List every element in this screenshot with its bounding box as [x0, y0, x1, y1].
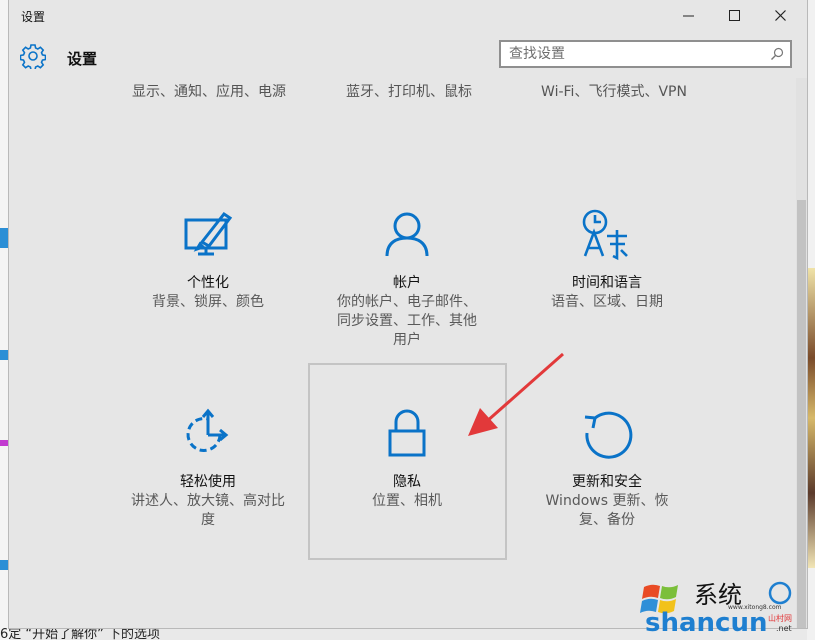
search-box[interactable]	[499, 40, 792, 68]
tile-privacy-name: 隐私	[393, 474, 421, 490]
minimize-icon	[683, 15, 694, 17]
tile-accounts[interactable]: 帐户 你的帐户、电子邮件、同步设置、工作、其他用户	[307, 206, 507, 356]
update-security-icon	[584, 411, 633, 459]
search-icon[interactable]	[770, 47, 784, 61]
gear-icon	[20, 44, 46, 69]
background-text: 6定 “开始了解你” 下的选项	[0, 628, 161, 640]
tile-devices-desc[interactable]: 蓝牙、打印机、鼠标	[329, 83, 489, 102]
scrollbar[interactable]	[796, 78, 807, 628]
tile-update-security-name: 更新和安全	[572, 474, 642, 490]
minimize-button[interactable]	[666, 0, 712, 32]
scrollbar-thumb[interactable]	[797, 200, 806, 628]
tile-privacy-desc: 位置、相机	[372, 493, 442, 509]
title-bar[interactable]: 设置	[9, 0, 807, 32]
maximize-icon	[729, 10, 740, 21]
svg-text:山村网: 山村网	[768, 613, 792, 623]
page-title: 设置	[67, 50, 98, 68]
tile-ease-of-access-desc: 讲述人、放大镜、高对比度	[131, 493, 285, 528]
tile-time-language-name: 时间和语言	[572, 275, 642, 291]
privacy-lock-icon	[388, 409, 426, 457]
close-icon	[775, 10, 786, 21]
tile-update-security-desc: Windows 更新、恢复、备份	[545, 493, 669, 528]
background-right-strip	[807, 0, 815, 640]
background-image	[807, 268, 815, 568]
tile-network-desc[interactable]: Wi-Fi、飞行模式、VPN	[514, 83, 714, 102]
settings-grid: 显示、通知、应用、电源 蓝牙、打印机、鼠标 Wi-Fi、飞行模式、VPN 个性化…	[9, 78, 797, 628]
tile-ease-of-access[interactable]: 轻松使用 讲述人、放大镜、高对比度	[108, 405, 308, 555]
maximize-button[interactable]	[712, 0, 758, 32]
personalization-icon	[184, 211, 233, 256]
watermark-logo: 系统 www.xitong8.com shancun 山村网 .net	[640, 581, 792, 635]
tile-accounts-name: 帐户	[393, 275, 421, 291]
close-button[interactable]	[758, 0, 804, 32]
tile-time-language[interactable]: 时间和语言 语音、区域、日期	[507, 206, 707, 356]
time-language-icon	[582, 209, 628, 261]
tile-personalization-name: 个性化	[187, 275, 229, 291]
ease-of-access-icon	[186, 408, 229, 452]
svg-text:.net: .net	[776, 624, 792, 633]
tile-accounts-desc: 你的帐户、电子邮件、同步设置、工作、其他用户	[337, 294, 477, 348]
tile-personalization[interactable]: 个性化 背景、锁屏、颜色	[108, 206, 308, 356]
svg-text:shancun: shancun	[645, 608, 767, 635]
accounts-icon	[385, 212, 429, 257]
tile-ease-of-access-name: 轻松使用	[180, 474, 236, 490]
tile-personalization-desc: 背景、锁屏、颜色	[152, 294, 264, 310]
window-title: 设置	[21, 10, 46, 24]
annotation-arrow-icon	[468, 352, 564, 436]
search-input[interactable]	[509, 45, 759, 63]
tile-time-language-desc: 语音、区域、日期	[551, 294, 663, 310]
settings-window: 设置 设置 显示、通知、应用、电源 蓝牙、打印机、鼠标 Wi-Fi、飞行模式、V…	[9, 0, 807, 628]
tile-system-desc[interactable]: 显示、通知、应用、电源	[129, 83, 289, 102]
